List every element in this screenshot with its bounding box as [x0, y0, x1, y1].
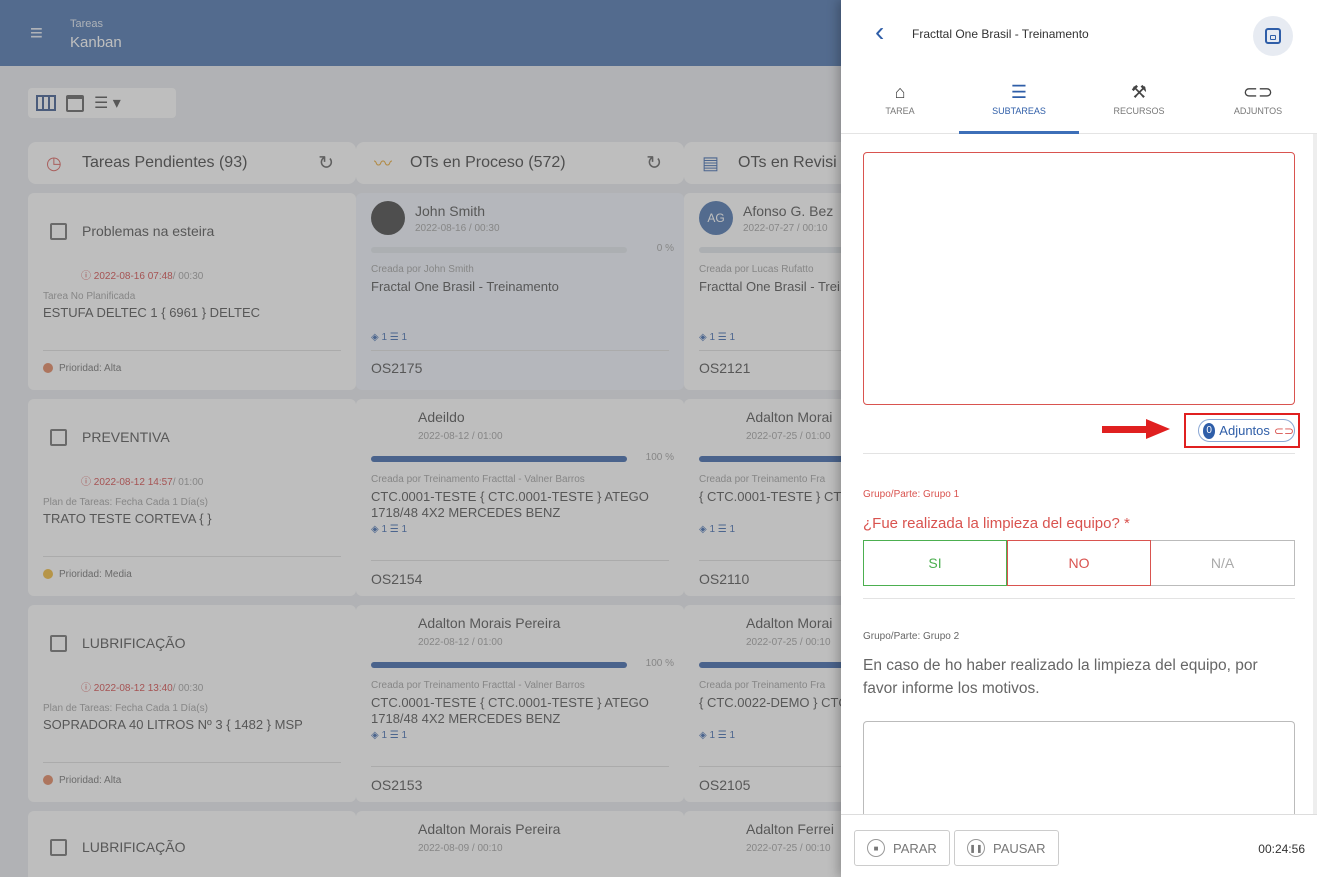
- panel-title: Fracttal One Brasil - Treinamento: [912, 27, 1089, 41]
- pause-label: PAUSAR: [993, 840, 1046, 856]
- tab-tarea[interactable]: ⌂ TAREA: [841, 70, 959, 134]
- arrow-head-icon: [1146, 419, 1170, 439]
- group-label: Grupo/Parte: Grupo 2: [863, 631, 960, 642]
- tab-recursos[interactable]: ⚒ RECURSOS: [1079, 70, 1199, 134]
- tab-adjuntos[interactable]: ⊂⊃ ADJUNTOS: [1199, 70, 1317, 134]
- checklist-icon: ☰: [1010, 82, 1028, 102]
- back-arrow-icon[interactable]: ‹: [875, 18, 884, 46]
- tab-label: SUBTAREAS: [992, 106, 1046, 116]
- home-icon: ⌂: [894, 82, 906, 102]
- tab-subtareas[interactable]: ☰ SUBTAREAS: [959, 70, 1079, 134]
- divider: [863, 453, 1295, 454]
- tab-label: TAREA: [885, 106, 915, 116]
- stop-button[interactable]: ■ PARAR: [854, 830, 950, 866]
- pause-button[interactable]: ❚❚ PAUSAR: [954, 830, 1059, 866]
- question-label: En caso de ho haber realizado la limpiez…: [863, 657, 1258, 674]
- pause-icon: ❚❚: [967, 839, 985, 857]
- option-label: NO: [1068, 555, 1090, 571]
- option-no-button[interactable]: NO: [1007, 540, 1151, 586]
- divider: [863, 598, 1295, 599]
- group-label: Grupo/Parte: Grupo 1: [863, 489, 960, 500]
- panel-footer: ■ PARAR ❚❚ PAUSAR 00:24:56: [841, 814, 1317, 877]
- attachments-count-badge: 0: [1203, 422, 1216, 439]
- tab-label: ADJUNTOS: [1233, 106, 1283, 116]
- stop-icon: ■: [867, 839, 885, 857]
- option-label: N/A: [1210, 555, 1235, 571]
- attachments-button[interactable]: 0 Adjuntos ⊂⊃: [1198, 419, 1295, 442]
- save-button[interactable]: [1253, 16, 1293, 56]
- paperclip-icon: ⊂⊃: [1273, 423, 1294, 438]
- save-icon: [1265, 28, 1281, 44]
- question-label: ¿Fue realizada la limpieza del equipo? *: [863, 515, 1130, 532]
- stop-label: PARAR: [893, 840, 937, 856]
- annotation-arrow: [1102, 426, 1148, 433]
- option-na-button[interactable]: N/A: [1151, 540, 1295, 586]
- option-label: SI: [928, 555, 942, 571]
- tools-icon: ⚒: [1130, 82, 1148, 102]
- paperclip-icon: ⊂⊃: [1242, 82, 1274, 102]
- panel-tabs: ⌂ TAREA ☰ SUBTAREAS ⚒ RECURSOS ⊂⊃ ADJUNT…: [841, 70, 1317, 134]
- tab-label: RECURSOS: [1113, 106, 1165, 116]
- active-tab-indicator: [959, 131, 1079, 134]
- work-order-panel: ‹ Fracttal One Brasil - Treinamento ⌂ TA…: [841, 0, 1317, 877]
- reason-textarea[interactable]: [863, 721, 1295, 814]
- question-label-line2: favor informe los motivos.: [863, 680, 1040, 697]
- attachments-label: Adjuntos: [1219, 423, 1270, 438]
- response-textarea[interactable]: [863, 152, 1295, 405]
- modal-backdrop[interactable]: [0, 0, 841, 877]
- scrollbar[interactable]: [1313, 134, 1317, 814]
- panel-header: ‹ Fracttal One Brasil - Treinamento: [841, 0, 1317, 70]
- option-si-button[interactable]: SI: [863, 540, 1007, 586]
- timer-display: 00:24:56: [1258, 842, 1305, 856]
